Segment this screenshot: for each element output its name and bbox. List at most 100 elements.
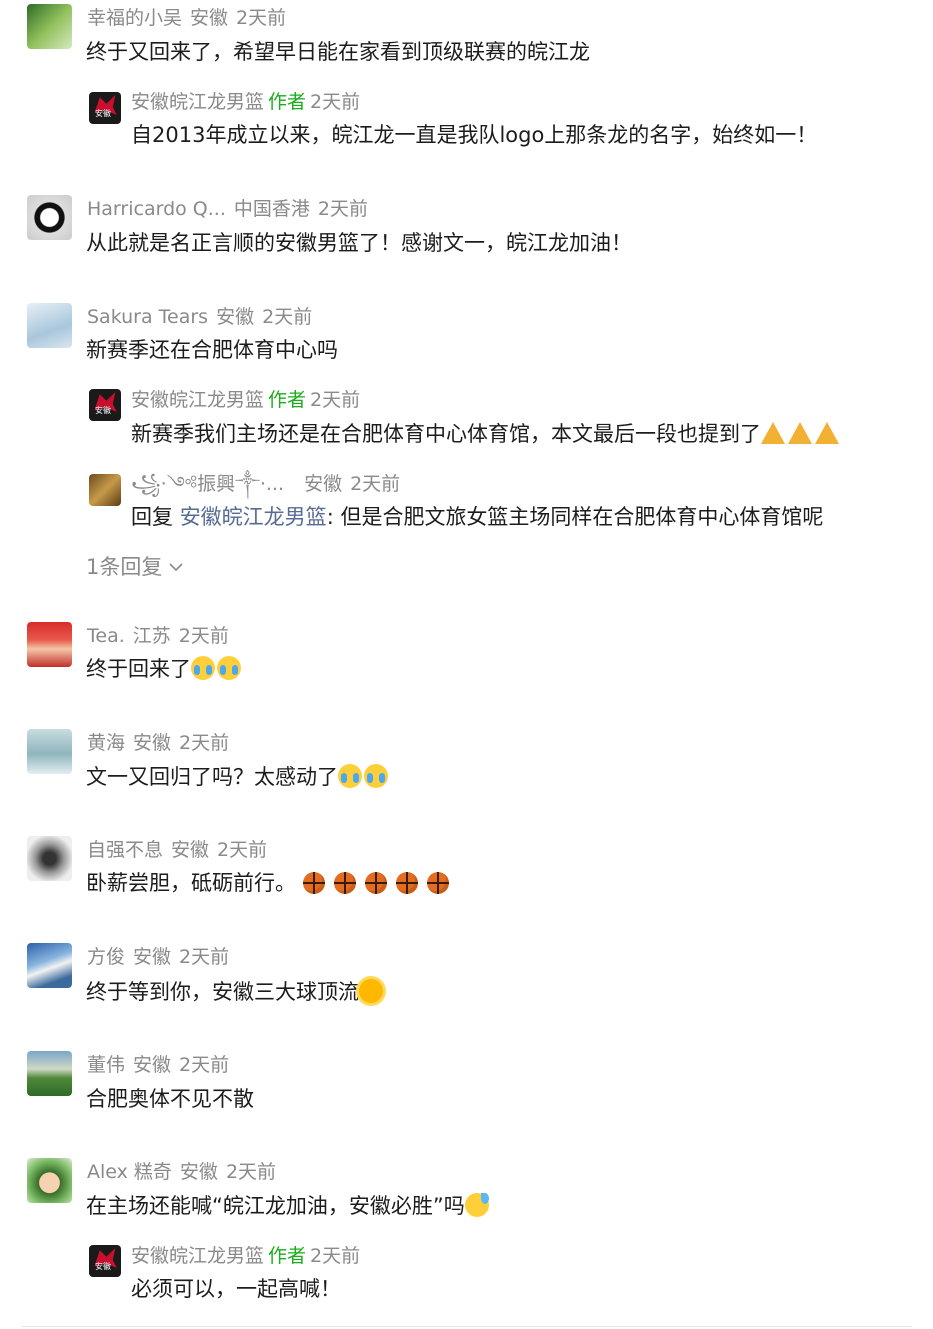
comment-meta: 黄海 安徽 2天前 (87, 731, 229, 755)
user-name[interactable]: Alex 糕奇 (87, 1161, 172, 1183)
location: 江苏 (132, 625, 171, 647)
timestamp: 2天前 (225, 1161, 277, 1183)
location: 安徽 (304, 473, 343, 495)
reply-text-content: 新赛季我们主场还是在合肥体育中心体育馆，本文最后一段也提到了 (131, 422, 761, 446)
basketball-emoji-icon (333, 872, 356, 894)
reply-text: 回复 安徽皖江龙男篮: 但是合肥文旅女篮主场同样在合肥体育中心体育馆呢 (131, 503, 823, 531)
more-replies-label: 1条回复 (86, 555, 163, 579)
comment-text-content: 卧薪尝胆，砥砺前行。 (86, 871, 296, 895)
avatar[interactable] (27, 195, 72, 240)
basketball-emoji-icon (302, 872, 325, 894)
location: 安徽 (133, 1054, 172, 1076)
crying-emoji-icon (364, 764, 388, 788)
user-name[interactable]: 安徽皖江龙男篮 (131, 389, 264, 411)
avatar[interactable] (27, 943, 72, 988)
author-badge: 作者 (268, 1245, 307, 1267)
user-name[interactable]: Sakura Tears (87, 306, 208, 328)
comment-meta: 董伟 安徽 2天前 (87, 1053, 229, 1077)
avatar[interactable] (27, 4, 72, 49)
user-name[interactable]: Tea. (87, 625, 125, 647)
location: 中国香港 (233, 198, 310, 220)
timestamp: 2天前 (262, 306, 313, 328)
crying-emoji-icon (338, 764, 362, 788)
pray-emoji-icon (761, 422, 785, 444)
reply-meta: 安徽皖江龙男篮 作者 2天前 (131, 90, 360, 114)
reply-text: 新赛季我们主场还是在合肥体育中心体育馆，本文最后一段也提到了 (131, 420, 842, 448)
location: 安徽 (190, 7, 229, 29)
avatar[interactable] (27, 1051, 72, 1096)
divider (22, 1326, 912, 1327)
reply-prefix: 回复 (131, 505, 173, 529)
timestamp: 2天前 (236, 7, 287, 29)
comment-text: 新赛季还在合肥体育中心吗 (86, 338, 338, 362)
dragon-logo-icon[interactable] (89, 389, 121, 421)
user-name[interactable]: Harricardo Q... (87, 198, 226, 220)
comment-meta: Harricardo Q... 中国香港 2天前 (87, 197, 368, 221)
comment-text-content: 终于等到你，安徽三大球顶流 (86, 980, 359, 1004)
timestamp: 2天前 (217, 839, 268, 861)
crying-emoji-icon (191, 656, 215, 680)
avatar[interactable] (27, 836, 72, 881)
comment-meta: 幸福的小吴 安徽 2天前 (87, 6, 286, 30)
timestamp: 2天前 (310, 1245, 361, 1267)
more-replies-button[interactable]: 1条回复 (86, 551, 183, 581)
comment-text: 终于回来了 (86, 655, 243, 683)
comment-text: 文一又回归了吗？太感动了 (86, 763, 390, 791)
comment-text: 终于又回来了，希望早日能在家看到顶级联赛的皖江龙 (86, 40, 590, 64)
user-name[interactable]: 幸福的小吴 (87, 7, 182, 29)
reply-text-content: : 但是合肥文旅女篮主场同样在合肥体育中心体育馆呢 (326, 505, 824, 529)
reply-text: 必须可以，一起高喊！ (131, 1277, 341, 1301)
location: 安徽 (133, 946, 172, 968)
location: 安徽 (216, 306, 255, 328)
comment-text: 在主场还能喊“皖江龙加油，安徽必胜”吗 (86, 1192, 491, 1220)
basketball-emoji-icon (426, 872, 449, 894)
user-name[interactable]: 自强不息 (87, 839, 163, 861)
timestamp: 2天前 (317, 198, 368, 220)
sweat-smile-emoji-icon (464, 1193, 489, 1217)
basketball-emoji-icon (395, 872, 418, 894)
comment-text: 从此就是名正言顺的安徽男篮了！感谢文一，皖江龙加油！ (86, 231, 632, 255)
author-badge: 作者 (268, 91, 307, 113)
user-name[interactable]: 董伟 (87, 1054, 125, 1076)
pray-emoji-icon (815, 422, 839, 444)
crying-emoji-icon (217, 656, 241, 680)
user-name[interactable]: 安徽皖江龙男篮 (131, 1245, 264, 1267)
user-name[interactable]: ꧁·༺振興༒·... (131, 473, 284, 495)
reply-text: 自2013年成立以来，皖江龙一直是我队logo上那条龙的名字，始终如一！ (131, 123, 818, 147)
reply-target-link[interactable]: 安徽皖江龙男篮 (180, 505, 327, 529)
timestamp: 2天前 (179, 946, 230, 968)
comment-text: 合肥奥体不见不散 (86, 1087, 254, 1111)
timestamp: 2天前 (179, 1054, 230, 1076)
location: 安徽 (133, 732, 172, 754)
avatar[interactable] (89, 474, 121, 506)
sun-emoji-icon (359, 979, 383, 1003)
comment-meta: Sakura Tears 安徽 2天前 (87, 305, 312, 329)
comment-text: 终于等到你，安徽三大球顶流 (86, 978, 385, 1006)
comment-text-content: 在主场还能喊“皖江龙加油，安徽必胜”吗 (86, 1194, 465, 1218)
basketball-emoji-icon (364, 872, 387, 894)
location: 安徽 (171, 839, 210, 861)
dragon-logo-icon[interactable] (89, 92, 121, 124)
avatar[interactable] (27, 1158, 72, 1203)
timestamp: 2天前 (179, 732, 230, 754)
reply-meta: ꧁·༺振興༒·... 安徽 2天前 (131, 472, 400, 496)
avatar[interactable] (27, 303, 72, 348)
reply-meta: 安徽皖江龙男篮 作者 2天前 (131, 388, 360, 412)
comment-meta: 方俊 安徽 2天前 (87, 945, 229, 969)
user-name[interactable]: 安徽皖江龙男篮 (131, 91, 264, 113)
comment-meta: 自强不息 安徽 2天前 (87, 838, 267, 862)
comment-text: 卧薪尝胆，砥砺前行。 (86, 869, 458, 897)
reply-meta: 安徽皖江龙男篮 作者 2天前 (131, 1244, 360, 1268)
user-name[interactable]: 方俊 (87, 946, 125, 968)
avatar[interactable] (27, 729, 72, 774)
location: 安徽 (179, 1161, 218, 1183)
author-badge: 作者 (268, 389, 307, 411)
avatar[interactable] (27, 622, 72, 667)
timestamp: 2天前 (310, 389, 361, 411)
timestamp: 2天前 (178, 625, 229, 647)
dragon-logo-icon[interactable] (89, 1245, 121, 1277)
comment-text-content: 文一又回归了吗？太感动了 (86, 765, 338, 789)
comment-meta: Alex 糕奇 安徽 2天前 (87, 1160, 276, 1184)
timestamp: 2天前 (350, 473, 401, 495)
user-name[interactable]: 黄海 (87, 732, 125, 754)
